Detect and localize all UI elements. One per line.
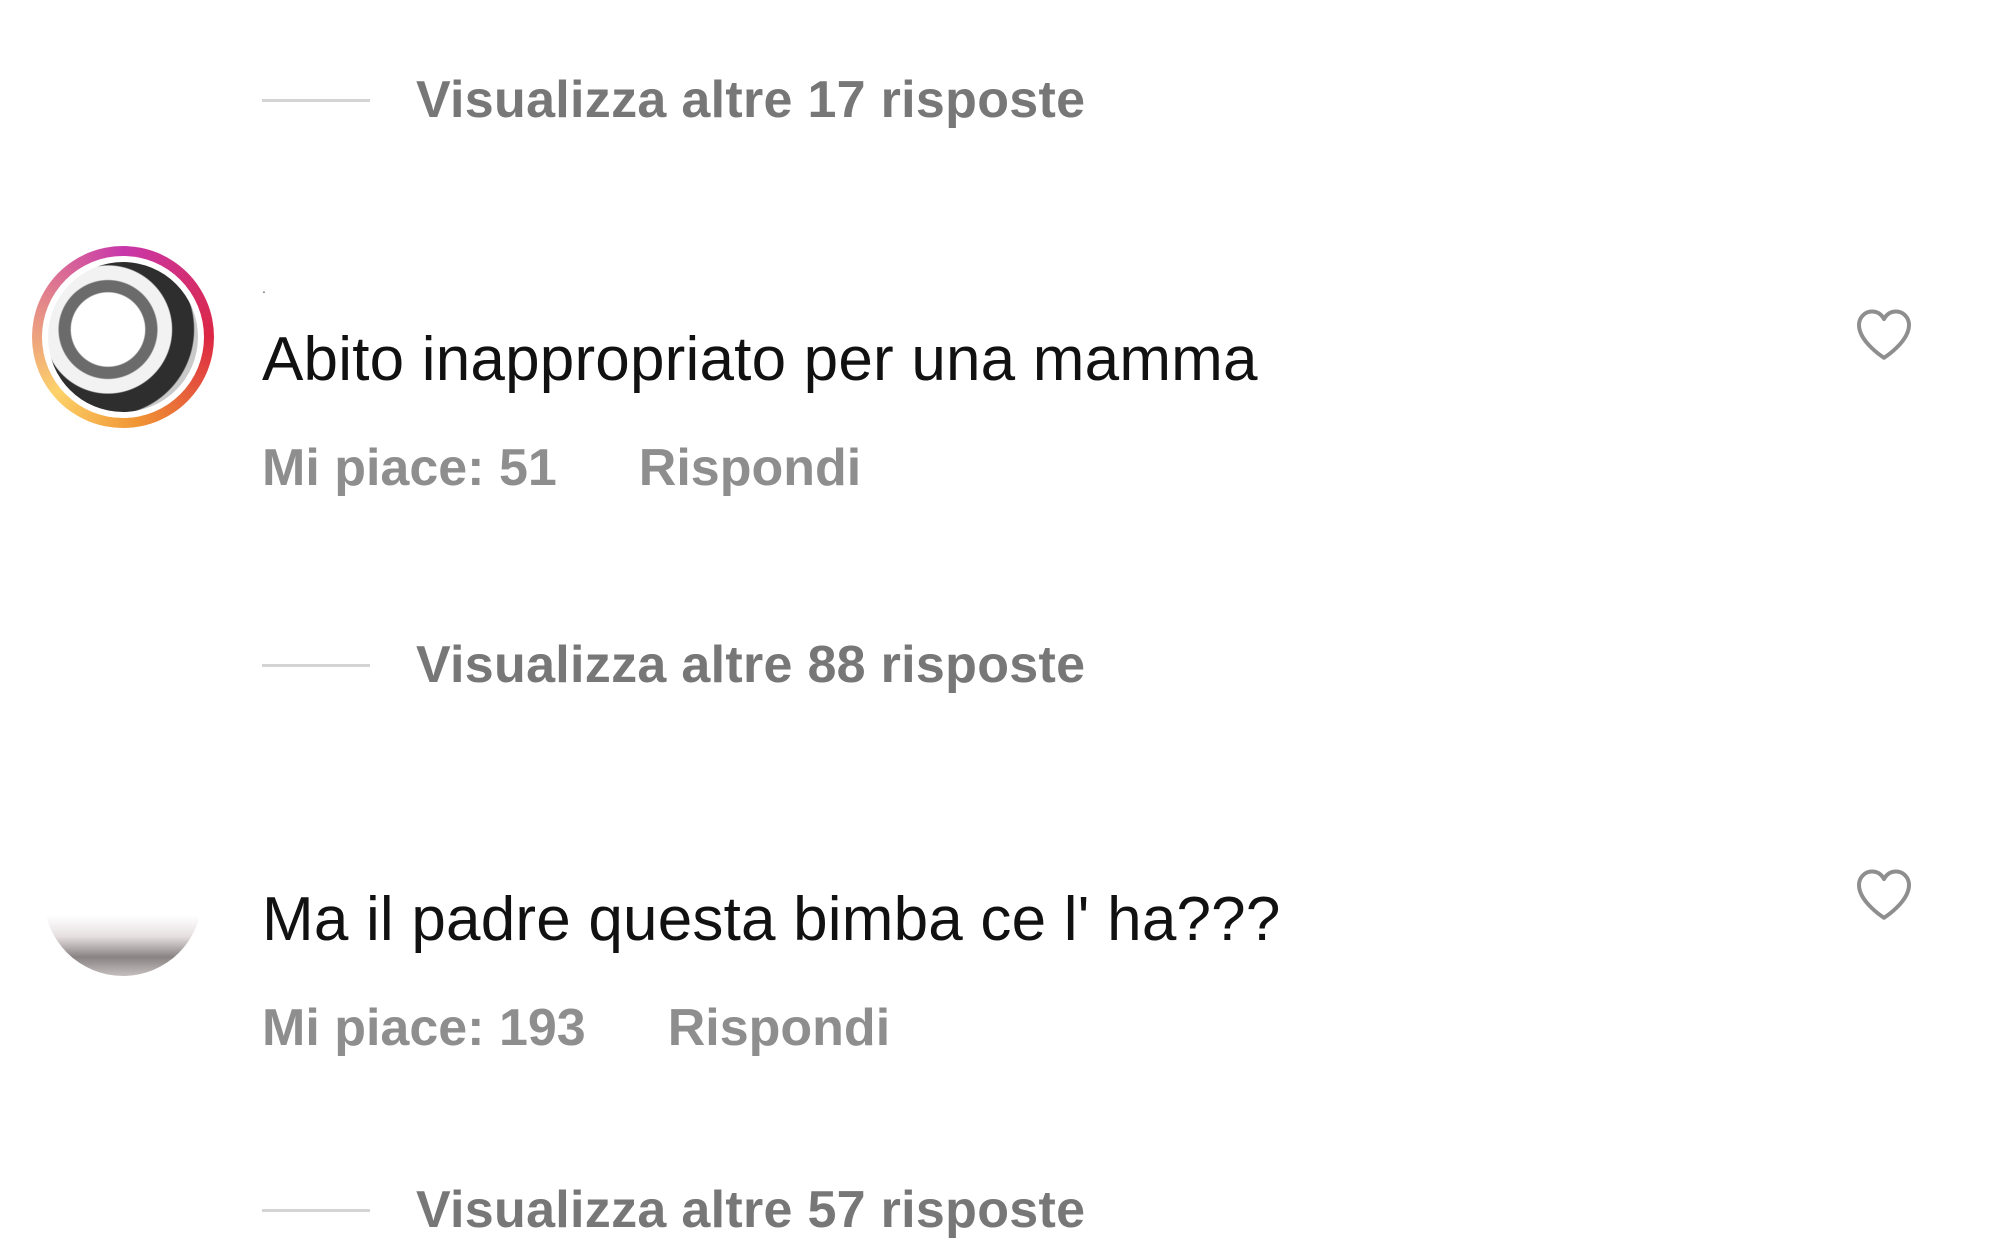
view-more-replies-label: Visualizza altre 57 risposte	[416, 1181, 1086, 1239]
view-more-replies-button[interactable]: Visualizza altre 17 risposte	[262, 60, 1085, 140]
view-more-replies-button[interactable]: Visualizza altre 57 risposte	[262, 1170, 1085, 1250]
comment-item: . Abito inappropriato per una mamma Mi p…	[0, 240, 2000, 540]
view-more-replies-label: Visualizza altre 88 risposte	[416, 636, 1086, 694]
avatar-photo	[44, 818, 202, 976]
avatar[interactable]	[32, 806, 214, 988]
avatar-inner	[32, 806, 214, 988]
replies-divider-line	[262, 663, 370, 667]
comment-meta: Mi piace: 51 Rispondi	[262, 438, 861, 498]
heart-icon[interactable]	[1854, 306, 1914, 362]
reply-button[interactable]: Rispondi	[668, 998, 890, 1058]
heart-icon[interactable]	[1854, 866, 1914, 922]
comment-meta: Mi piace: 193 Rispondi	[262, 998, 890, 1058]
comment-like-count[interactable]: Mi piace: 193	[262, 998, 586, 1058]
reply-button[interactable]: Rispondi	[639, 438, 861, 498]
comment-text: Abito inappropriato per una mamma	[262, 325, 1258, 394]
view-more-replies-button[interactable]: Visualizza altre 88 risposte	[262, 625, 1085, 705]
replies-divider-line	[262, 1208, 370, 1212]
comment-item: Ma il padre questa bimba ce l' ha??? Mi …	[0, 800, 2000, 1100]
avatar-inner	[42, 256, 204, 418]
replies-divider-line	[262, 98, 370, 102]
comment-username[interactable]: .	[262, 280, 266, 296]
comment-text: Ma il padre questa bimba ce l' ha???	[262, 885, 1281, 954]
avatar[interactable]	[32, 246, 214, 428]
avatar-photo	[48, 262, 198, 412]
comment-like-count[interactable]: Mi piace: 51	[262, 438, 557, 498]
view-more-replies-label: Visualizza altre 17 risposte	[416, 71, 1086, 129]
